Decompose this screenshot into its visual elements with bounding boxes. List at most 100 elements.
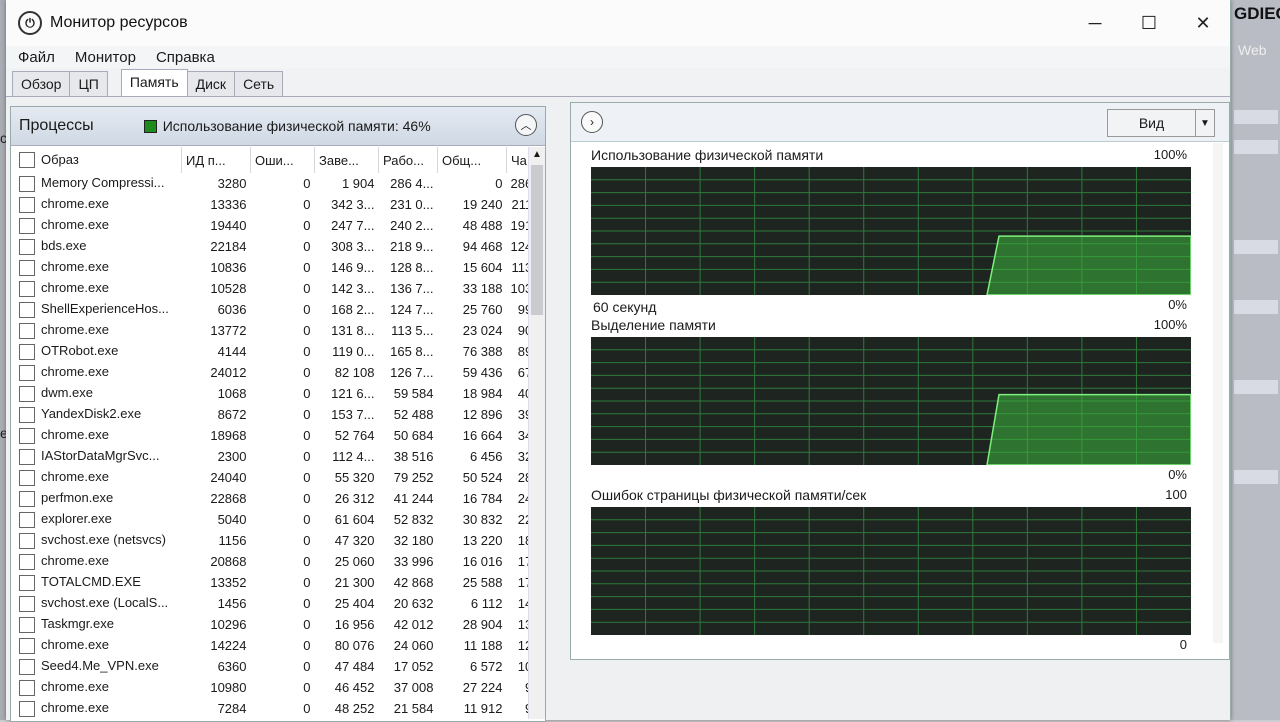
window-title: Монитор ресурсов: [50, 14, 188, 31]
table-row[interactable]: dwm.exe 1068 0 121 6... 59 584 18 984 40: [15, 383, 536, 404]
process-name-cell: chrome.exe: [15, 362, 182, 383]
table-row[interactable]: TOTALCMD.EXE 13352 0 21 300 42 868 25 588 17: [15, 572, 536, 593]
menu-monitor[interactable]: Монитор: [75, 49, 136, 66]
graph-title: Ошибок страницы физической памяти/сек: [591, 487, 867, 503]
row-checkbox[interactable]: [19, 616, 35, 633]
tab-memory[interactable]: Память: [120, 69, 188, 96]
tab-network[interactable]: Сеть: [234, 71, 284, 96]
graph-title: Использование физической памяти: [591, 147, 824, 163]
collapse-icon[interactable]: ︿: [515, 114, 537, 136]
row-checkbox[interactable]: [19, 448, 35, 465]
column-header-faults[interactable]: Оши...: [250, 147, 315, 173]
tab-disk[interactable]: Диск: [186, 71, 236, 96]
row-checkbox[interactable]: [19, 406, 35, 423]
process-value-cell: 0: [495, 176, 503, 191]
process-name-cell: IAStorDataMgrSvc...: [15, 446, 182, 467]
row-checkbox[interactable]: [19, 490, 35, 507]
table-row[interactable]: chrome.exe 13336 0 342 3... 231 0... 19 240 21…: [15, 194, 536, 215]
table-row[interactable]: chrome.exe7284048 25221 58411 9129: [15, 698, 536, 719]
row-checkbox[interactable]: [19, 427, 35, 444]
table-row[interactable]: chrome.exe 14224 0 80 076 24 060 11 188 12: [15, 635, 536, 656]
process-name-cell: dwm.exe: [15, 383, 182, 404]
table-row[interactable]: YandexDisk2.exe 8672 0 153 7... 52 488 12 896…: [15, 404, 536, 425]
row-checkbox[interactable]: [19, 196, 35, 213]
minimize-button[interactable]: ─: [1068, 0, 1122, 46]
table-row[interactable]: chrome.exe 10528 0 142 3... 136 7... 33 188 10…: [15, 278, 536, 299]
table-row[interactable]: ShellExperienceHos... 6036 0 168 2... 124 7.…: [15, 299, 536, 320]
column-header-working-set[interactable]: Рабо...: [378, 147, 438, 173]
graph-panel: Ошибок страницы физической памяти/сек 100…: [577, 487, 1209, 652]
process-value-cell: 46 452: [334, 680, 375, 695]
process-name-cell: chrome.exe: [15, 278, 182, 299]
column-header-shareable[interactable]: Общ...: [437, 147, 507, 173]
row-checkbox[interactable]: [19, 322, 35, 339]
table-row[interactable]: perfmon.exe 22868 0 26 312 41 244 16 784 24: [15, 488, 536, 509]
row-checkbox[interactable]: [19, 301, 35, 318]
table-row[interactable]: svchost.exe (LocalS... 1456 0 25 404 20 632 6…: [15, 593, 536, 614]
table-row[interactable]: chrome.exe 24040 0 55 320 79 252 50 524 28: [15, 467, 536, 488]
tab-overview[interactable]: Обзор: [12, 71, 71, 96]
menu-file[interactable]: Файл: [18, 49, 55, 66]
row-checkbox[interactable]: [19, 637, 35, 654]
menu-help[interactable]: Справка: [156, 49, 215, 66]
graphs-scrollbar[interactable]: [1213, 143, 1223, 643]
tab-cpu[interactable]: ЦП: [69, 71, 108, 96]
table-row[interactable]: svchost.exe (netsvcs) 1156 0 47 320 32 180 13…: [15, 530, 536, 551]
row-checkbox[interactable]: [19, 343, 35, 360]
column-header-image[interactable]: Образ: [15, 147, 182, 173]
row-checkbox[interactable]: [19, 553, 35, 570]
row-checkbox[interactable]: [19, 175, 35, 192]
view-dropdown[interactable]: Вид ▼: [1107, 109, 1215, 137]
expand-graphs-icon[interactable]: ›: [581, 111, 603, 133]
close-button[interactable]: ✕: [1176, 0, 1230, 46]
table-row[interactable]: Seed4.Me_VPN.exe 6360 0 47 484 17 052 6 572 10: [15, 656, 536, 677]
table-row[interactable]: chrome.exe 20868 0 25 060 33 996 16 016 17: [15, 551, 536, 572]
maximize-button[interactable]: ☐: [1122, 0, 1176, 46]
table-row[interactable]: Taskmgr.exe 10296 0 16 956 42 012 28 904 13: [15, 614, 536, 635]
row-checkbox[interactable]: [19, 679, 35, 696]
scroll-up-icon[interactable]: ▲: [532, 149, 542, 160]
row-checkbox[interactable]: [19, 364, 35, 381]
row-checkbox[interactable]: [19, 469, 35, 486]
column-header-pid[interactable]: ИД п...: [181, 147, 251, 173]
table-row[interactable]: bds.exe 22184 0 308 3... 218 9... 94 468 124: [15, 236, 536, 257]
row-checkbox[interactable]: [19, 511, 35, 528]
row-checkbox[interactable]: [19, 532, 35, 549]
table-row[interactable]: OTRobot.exe 4144 0 119 0... 165 8... 76 388 89: [15, 341, 536, 362]
background-title: GDIECA: [1234, 4, 1280, 23]
row-checkbox[interactable]: [19, 574, 35, 591]
row-checkbox[interactable]: [19, 595, 35, 612]
row-checkbox[interactable]: [19, 385, 35, 402]
process-name-cell: chrome.exe: [15, 635, 182, 656]
process-value-cell: 79 252: [393, 470, 434, 485]
table-row[interactable]: explorer.exe 5040 0 61 604 52 832 30 832 22: [15, 509, 536, 530]
process-value-cell: 0: [303, 323, 311, 338]
table-row[interactable]: chrome.exe 18968 0 52 764 50 684 16 664 34: [15, 425, 536, 446]
chevron-down-icon[interactable]: ▼: [1195, 110, 1214, 136]
row-checkbox[interactable]: [19, 217, 35, 234]
table-row[interactable]: Memory Compressi... 3280 0 1 904 286 4... 0 28…: [15, 173, 536, 194]
row-checkbox[interactable]: [19, 658, 35, 675]
process-value-cell: 0: [303, 260, 311, 275]
process-value-cell: 22184: [210, 239, 247, 254]
row-checkbox[interactable]: [19, 238, 35, 255]
process-value-cell: 80 076: [334, 638, 375, 653]
process-value-cell: 0: [303, 638, 311, 653]
row-checkbox[interactable]: [19, 259, 35, 276]
table-row[interactable]: chrome.exe10980046 45237 00827 2249: [15, 677, 536, 698]
processes-header[interactable]: Процессы Использование физической памяти…: [11, 107, 545, 146]
process-value-cell: 165 8...: [390, 344, 434, 359]
processes-scrollbar[interactable]: ▲: [528, 147, 545, 719]
table-row[interactable]: IAStorDataMgrSvc... 2300 0 112 4... 38 516 6 …: [15, 446, 536, 467]
table-row[interactable]: chrome.exe 19440 0 247 7... 240 2... 48 488 19…: [15, 215, 536, 236]
row-checkbox[interactable]: [19, 280, 35, 297]
process-value-cell: 48 488: [462, 218, 503, 233]
table-row[interactable]: chrome.exe 10836 0 146 9... 128 8... 15 604 11…: [15, 257, 536, 278]
column-header-commit[interactable]: Заве...: [314, 147, 379, 173]
table-row[interactable]: chrome.exe 24012 0 82 108 126 7... 59 436 67: [15, 362, 536, 383]
scroll-thumb[interactable]: [531, 165, 543, 315]
select-all-checkbox[interactable]: [19, 152, 35, 169]
table-row[interactable]: chrome.exe 13772 0 131 8... 113 5... 23 024 90: [15, 320, 536, 341]
process-value-cell: 6 456: [469, 449, 503, 464]
row-checkbox[interactable]: [19, 700, 35, 717]
